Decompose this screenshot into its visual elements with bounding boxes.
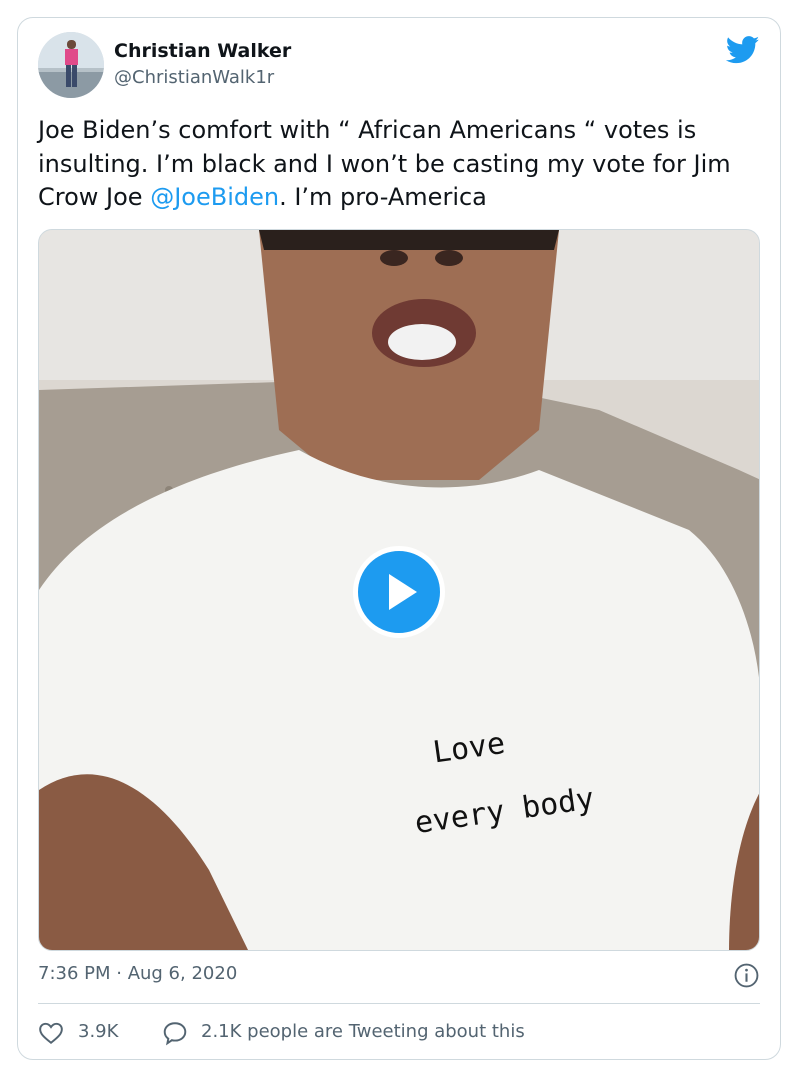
divider xyxy=(38,1003,760,1004)
play-button[interactable] xyxy=(353,546,445,638)
play-icon xyxy=(389,574,417,610)
tweet-timestamp[interactable]: 7:36 PM · Aug 6, 2020 xyxy=(38,963,237,984)
avatar-image xyxy=(38,32,104,98)
like-count[interactable]: 3.9K xyxy=(78,1021,118,1042)
info-icon[interactable] xyxy=(734,963,759,988)
twitter-bird-icon[interactable] xyxy=(726,36,760,64)
mention-link[interactable]: @JoeBiden xyxy=(150,183,279,211)
tweet-text-part: . I’m pro-America xyxy=(279,183,487,211)
heart-icon[interactable] xyxy=(38,1020,64,1046)
speech-bubble-icon[interactable] xyxy=(162,1020,188,1046)
tweet-text: Joe Biden’s comfort with “ African Ameri… xyxy=(38,114,763,215)
author-handle[interactable]: @ChristianWalk1r xyxy=(114,67,274,88)
avatar[interactable] xyxy=(38,32,104,98)
author-name[interactable]: Christian Walker xyxy=(114,40,291,62)
reply-count-text[interactable]: 2.1K people are Tweeting about this xyxy=(201,1021,525,1042)
